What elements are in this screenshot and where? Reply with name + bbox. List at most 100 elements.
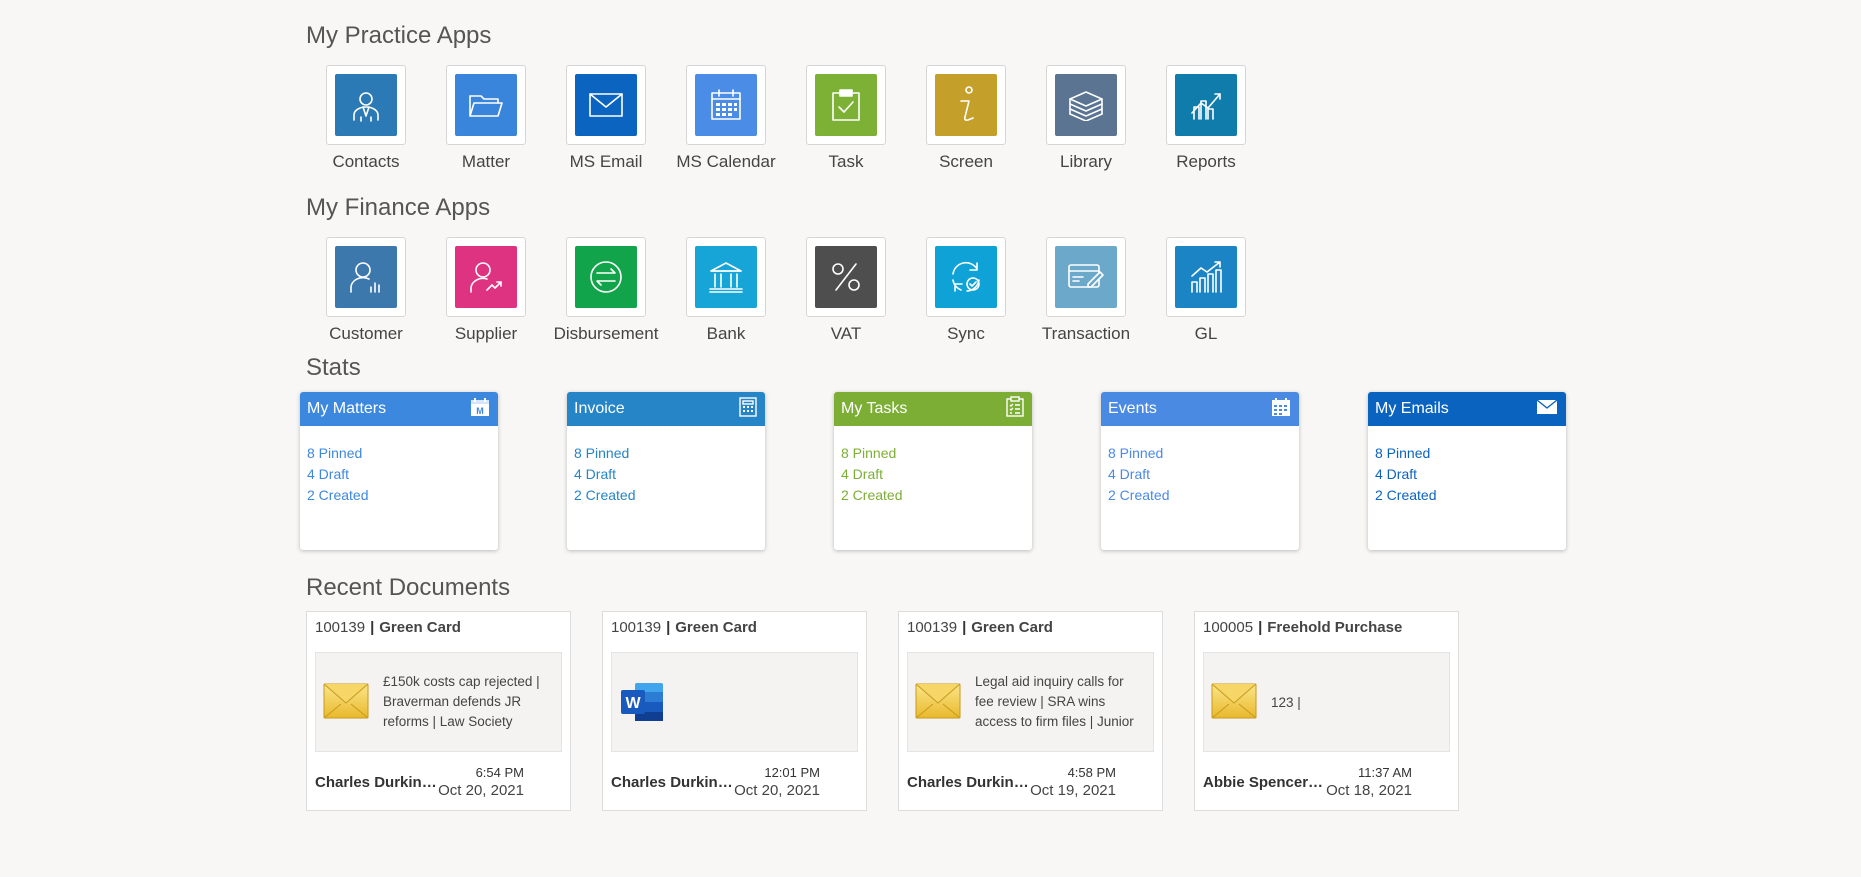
app-tile-frame[interactable]	[1046, 65, 1126, 145]
percent-icon[interactable]	[815, 246, 877, 308]
app-transaction[interactable]: Transaction	[1026, 237, 1146, 344]
matter-number: 100139	[611, 619, 662, 636]
app-sync[interactable]: Sync	[906, 237, 1026, 344]
mail-icon[interactable]	[575, 74, 637, 136]
stat-line-draft[interactable]: 4 Draft	[841, 464, 1025, 485]
calendar-icon[interactable]	[695, 74, 757, 136]
stat-line-draft[interactable]: 4 Draft	[1375, 464, 1559, 485]
matter-calendar-icon: M	[470, 397, 490, 422]
app-supplier[interactable]: Supplier	[426, 237, 546, 344]
stat-line-draft[interactable]: 4 Draft	[1108, 464, 1292, 485]
practice-apps-title: My Practice Apps	[306, 22, 492, 49]
app-gl[interactable]: GL	[1146, 237, 1266, 344]
recent-document-card[interactable]: 100139|Green Card W Charles Durkin(Ad… 1…	[602, 611, 867, 811]
app-matter[interactable]: Matter	[426, 65, 546, 172]
app-label: Disbursement	[553, 324, 659, 343]
stat-line-created[interactable]: 2 Created	[1375, 485, 1559, 506]
app-vat[interactable]: VAT	[786, 237, 906, 344]
app-disbursement[interactable]: Disbursement	[546, 237, 666, 344]
stat-card-header[interactable]: My Emails	[1368, 392, 1566, 426]
app-tile-frame[interactable]	[926, 65, 1006, 145]
stat-card-invoice[interactable]: Invoice 8 Pinned 4 Draft 2 Created	[567, 392, 765, 550]
app-tile-frame[interactable]	[926, 237, 1006, 317]
app-library[interactable]: Library	[1026, 65, 1146, 172]
stat-card-body: 8 Pinned 4 Draft 2 Created	[1101, 426, 1299, 506]
folder-icon[interactable]	[455, 74, 517, 136]
stat-line-pinned[interactable]: 8 Pinned	[1375, 443, 1559, 464]
stat-line-created[interactable]: 2 Created	[841, 485, 1025, 506]
app-ms-calendar[interactable]: MS Calendar	[666, 65, 786, 172]
app-tile-frame[interactable]	[326, 65, 406, 145]
app-reports[interactable]: Reports	[1146, 65, 1266, 172]
stat-line-pinned[interactable]: 8 Pinned	[841, 443, 1025, 464]
info-icon[interactable]	[935, 74, 997, 136]
supplier-icon[interactable]	[455, 246, 517, 308]
document-preview-text: Legal aid inquiry calls for fee review |…	[975, 674, 1134, 729]
books-icon[interactable]	[1055, 74, 1117, 136]
app-label: Transaction	[1041, 324, 1131, 343]
tasks-clipboard-icon	[1006, 396, 1024, 422]
recent-document-card[interactable]: 100139 | Green Card £150k costs cap reject…	[306, 611, 571, 811]
app-tile-frame[interactable]	[806, 237, 886, 317]
stat-line-draft[interactable]: 4 Draft	[307, 464, 491, 485]
stat-card-my-emails[interactable]: My Emails 8 Pinned 4 Draft 2 Created	[1368, 392, 1566, 550]
app-tile-frame[interactable]	[446, 65, 526, 145]
document-preview[interactable]: Legal aid inquiry calls for fee review |…	[907, 652, 1154, 752]
app-ms-email[interactable]: MS Email	[546, 65, 666, 172]
app-tile-frame[interactable]	[566, 65, 646, 145]
app-tile-frame[interactable]	[686, 65, 766, 145]
app-tile-frame[interactable]	[1166, 65, 1246, 145]
stat-card-my-tasks[interactable]: My Tasks 8 Pinned 4 Draft 2 Created	[834, 392, 1032, 550]
stat-card-events[interactable]: Events 8 Pinned 4 Draft 2 Created	[1101, 392, 1299, 550]
matter-name: Green Card	[379, 619, 461, 636]
finance-apps-row: Customer Supplier Disbursement Bank VAT …	[306, 237, 1266, 344]
stat-card-header[interactable]: My Matters M	[300, 392, 498, 426]
stat-card-body: 8 Pinned 4 Draft 2 Created	[834, 426, 1032, 506]
stat-card-title: My Tasks	[841, 400, 908, 417]
sync-icon[interactable]	[935, 246, 997, 308]
app-tile-frame[interactable]	[806, 65, 886, 145]
stat-line-pinned[interactable]: 8 Pinned	[307, 443, 491, 464]
document-preview[interactable]: £150k costs cap rejected | Braverman def…	[315, 652, 562, 752]
app-tile-frame[interactable]	[1166, 237, 1246, 317]
task-clipboard-icon[interactable]	[815, 74, 877, 136]
envelope-icon	[1536, 398, 1558, 420]
growth-chart-icon[interactable]	[1175, 246, 1237, 308]
app-tile-frame[interactable]	[446, 237, 526, 317]
stat-card-my-matters[interactable]: My Matters M 8 Pinned 4 Draft 2 Created	[300, 392, 498, 550]
stat-line-created[interactable]: 2 Created	[307, 485, 491, 506]
bank-icon[interactable]	[695, 246, 757, 308]
app-tile-frame[interactable]	[326, 237, 406, 317]
stat-card-header[interactable]: Invoice	[567, 392, 765, 426]
stat-line-created[interactable]: 2 Created	[574, 485, 758, 506]
reports-chart-icon[interactable]	[1175, 74, 1237, 136]
stat-line-draft[interactable]: 4 Draft	[574, 464, 758, 485]
stat-line-pinned[interactable]: 8 Pinned	[1108, 443, 1292, 464]
recent-document-card[interactable]: 100005 | Freehold Purchase 123 | Abbie Spe…	[1194, 611, 1459, 811]
matter-number: 100139	[907, 619, 958, 636]
customer-icon[interactable]	[335, 246, 397, 308]
recent-document-card[interactable]: 100139 | Green Card Legal aid inquiry call…	[898, 611, 1163, 811]
document-preview[interactable]: 123 |	[1203, 652, 1450, 752]
document-date: Oct 18, 2021	[1326, 782, 1412, 799]
recent-documents-row: 100139 | Green Card £150k costs cap reject…	[306, 611, 1490, 811]
app-task[interactable]: Task	[786, 65, 906, 172]
app-contacts[interactable]: Contacts	[306, 65, 426, 172]
disbursement-icon[interactable]	[575, 246, 637, 308]
contacts-icon[interactable]	[335, 74, 397, 136]
card-icon[interactable]	[1055, 246, 1117, 308]
app-customer[interactable]: Customer	[306, 237, 426, 344]
app-screen[interactable]: Screen	[906, 65, 1026, 172]
stat-card-header[interactable]: My Tasks	[834, 392, 1032, 426]
document-preview[interactable]: W	[611, 652, 858, 752]
document-time: 11:37 AM	[1358, 765, 1412, 780]
stat-line-created[interactable]: 2 Created	[1108, 485, 1292, 506]
document-author: Charles Durkin(Ad…	[907, 774, 1032, 791]
app-bank[interactable]: Bank	[666, 237, 786, 344]
stat-line-pinned[interactable]: 8 Pinned	[574, 443, 758, 464]
app-tile-frame[interactable]	[686, 237, 766, 317]
app-tile-frame[interactable]	[1046, 237, 1126, 317]
stat-card-header[interactable]: Events	[1101, 392, 1299, 426]
stat-card-title: My Matters	[307, 400, 387, 417]
app-tile-frame[interactable]	[566, 237, 646, 317]
